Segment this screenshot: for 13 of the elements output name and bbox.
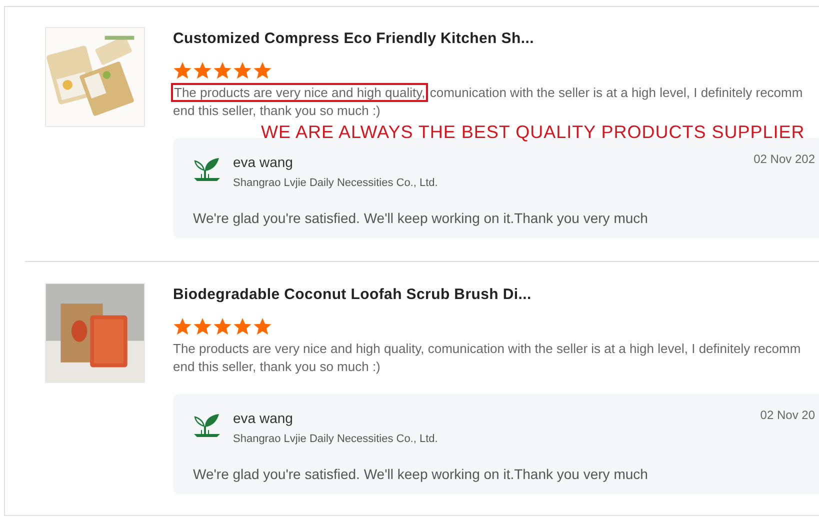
- seller-name: eva wang: [233, 152, 294, 170]
- review-text: The products are very nice and high quality, comunication with the seller is at a high level, I definitely recommend this seller, thank you so much :): [173, 84, 804, 120]
- promo-banner-text: WE ARE ALWAYS THE BEST QUALITY PRODUCTS SUPPLIER: [261, 121, 805, 143]
- seller-name: eva wang: [233, 408, 294, 426]
- product-title[interactable]: Biodegradable Coconut Loofah Scrub Brush Di...: [173, 284, 819, 306]
- reply-text: We're glad you're satisfied. We'll keep working on it.Thank you very much: [193, 465, 649, 484]
- reply-text: We're glad you're satisfied. We'll keep working on it.Thank you very much: [193, 209, 649, 228]
- product-title[interactable]: Customized Compress Eco Friendly Kitchen Sh...: [173, 28, 819, 50]
- reply-date: 02 Nov 20: [760, 406, 815, 424]
- review-text: The products are very nice and high quality, comunication with the seller is at a high level, I definitely recommend this seller, thank you so much :): [173, 340, 802, 376]
- company-name: Shangrao Lvjie Daily Necessities Co., Ltd.: [233, 432, 438, 446]
- company-name: Shangrao Lvjie Daily Necessities Co., Ltd.: [233, 176, 438, 190]
- reply-date: 02 Nov 202: [754, 150, 815, 168]
